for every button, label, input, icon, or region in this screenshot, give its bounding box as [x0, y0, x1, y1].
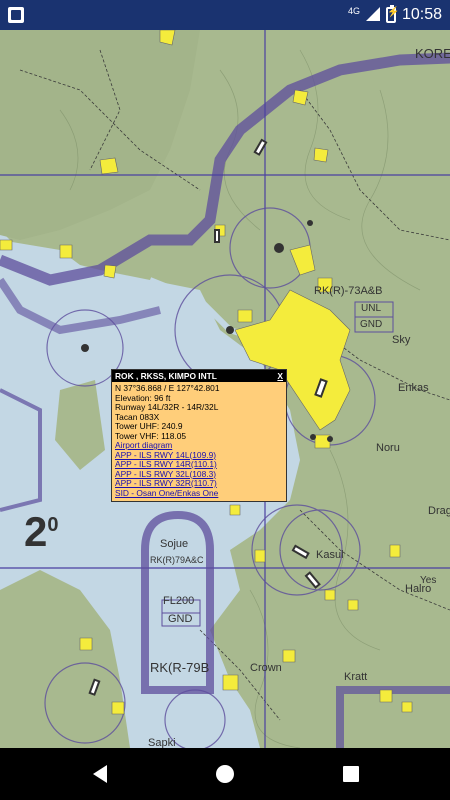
island: [55, 380, 105, 470]
popup-title: ROK , RKSS, KIMPO INTL: [115, 371, 217, 381]
home-button[interactable]: [212, 761, 238, 787]
map-label-yes: Yes: [420, 575, 437, 586]
map-label-kasul: Kasul: [316, 549, 344, 561]
map-label-drag: Drag: [428, 505, 450, 517]
map-label-unl: UNL: [361, 303, 382, 314]
navigation-bar: [0, 748, 450, 800]
airspace-boundary-west: [0, 388, 42, 512]
map-label-gnd-1: GND: [360, 319, 383, 330]
link-sid-osan[interactable]: SID - Osan One/Enkas One: [115, 488, 283, 499]
clock: 10:58: [401, 6, 442, 23]
popup-body: N 37°36.868 / E 127°42.801 Elevation: 96…: [112, 382, 286, 500]
map-label-sapki: Sapki: [148, 737, 176, 748]
map-label-sky: Sky: [392, 334, 411, 346]
back-button[interactable]: [87, 761, 113, 787]
popup-close-button[interactable]: X: [277, 371, 283, 381]
popup-header: ROK , RKSS, KIMPO INTL X: [112, 370, 286, 382]
back-triangle-icon: [93, 765, 107, 783]
map-label-rkr79: RK(R)79A&C: [150, 555, 204, 565]
app-notification-icon: [8, 7, 24, 23]
recents-square-icon: [343, 766, 359, 782]
status-bar: 4G 10:58: [0, 0, 450, 30]
map-label-kratt: Kratt: [344, 671, 368, 683]
map-label-rkr79b: RK(R-79B: [150, 660, 210, 675]
airport-info-popup: ROK , RKSS, KIMPO INTL X N 37°36.868 / E…: [111, 369, 287, 502]
signal-icon: [365, 6, 380, 24]
map-label-fl200: FL200: [163, 595, 195, 607]
network-type: 4G: [347, 6, 360, 16]
recents-button[interactable]: [338, 761, 364, 787]
map-label-region-number: 20: [24, 508, 59, 555]
map-label-gnd-2: GND: [168, 613, 193, 625]
home-circle-icon: [216, 765, 234, 783]
map-label-rkr73: RK(R)-73A&B: [314, 285, 383, 297]
aeronautical-map[interactable]: KORE RK(R)-73A&B UNL GND Sky Enkas Noru …: [0, 30, 450, 748]
status-right-group: 4G 10:58: [348, 0, 442, 30]
map-label-korea: KORE: [415, 46, 450, 61]
map-label-sojue: Sojue: [160, 538, 189, 550]
map-label-crown: Crown: [250, 662, 282, 674]
map-label-noru: Noru: [376, 442, 400, 454]
map-label-enkas: Enkas: [398, 382, 429, 394]
battery-icon: [385, 5, 399, 23]
